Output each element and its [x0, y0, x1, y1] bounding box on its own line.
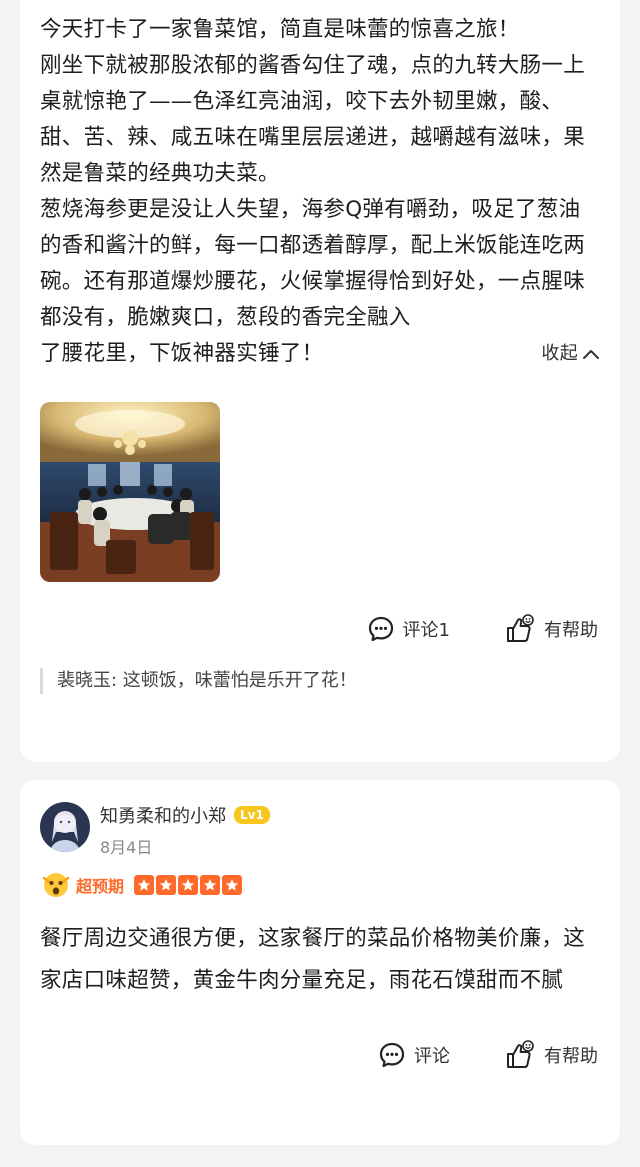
name-line: 知勇柔和的小郑 Lv1: [100, 802, 270, 828]
restaurant-dining-photo: [40, 402, 220, 582]
thumbs-up-smile-icon: [507, 614, 534, 642]
rating-row: 超预期: [40, 870, 600, 900]
star-icon: [134, 875, 155, 895]
helpful-button[interactable]: 有帮助: [504, 1040, 598, 1070]
thumbs-up-smile-icon: [507, 1040, 534, 1068]
user-row: 知勇柔和的小郑 Lv1 8月4日: [40, 802, 600, 858]
helpful-label: 有帮助: [544, 1046, 598, 1067]
review-text: 今天打卡了一家鲁菜馆，简直是味蕾的惊喜之旅！ 刚坐下就被那股浓郁的酱香勾住了魂，…: [40, 12, 600, 372]
helpful-label: 有帮助: [544, 620, 598, 641]
review-actions: 评论 有帮助: [40, 1040, 600, 1070]
review-paragraph: 刚坐下就被那股浓郁的酱香勾住了魂，点的九转大肠一上桌就惊艳了——色泽红亮油润，咬…: [40, 53, 586, 186]
rating-label: 超预期: [76, 877, 125, 896]
review-date: 8月4日: [100, 838, 153, 857]
star-icon: [178, 875, 199, 895]
comment-preview[interactable]: 裴晓玉: 这顿饭，味蕾怕是乐开了花！: [40, 668, 600, 694]
avatar[interactable]: [40, 802, 90, 852]
comment-bubble-icon: [379, 1042, 405, 1068]
review-paragraph: 葱烧海参更是没让人失望，海参Q弹有嚼劲，吸足了葱油的香和酱汁的鲜，每一口都透着醇…: [40, 197, 586, 330]
review-photo[interactable]: [40, 402, 220, 582]
collapse-button[interactable]: 收起: [541, 336, 600, 372]
comment-bubble-icon: [368, 616, 393, 642]
comment-button[interactable]: 评论: [378, 1041, 450, 1069]
star-icon: [156, 875, 177, 895]
star-icon: [200, 875, 221, 895]
user-avatar-image: [40, 802, 90, 852]
review-last-line: 了腰花里，下饭神器实锤了！ 收起: [40, 336, 600, 372]
review-card-1: 今天打卡了一家鲁菜馆，简直是味蕾的惊喜之旅！ 刚坐下就被那股浓郁的酱香勾住了魂，…: [20, 0, 620, 762]
review-text: 餐厅周边交通很方便，这家餐厅的菜品价格物美价廉，这家店口味超赞，黄金牛肉分量充足…: [40, 926, 586, 993]
review-actions: 评论1 有帮助: [40, 614, 600, 644]
review-paragraph-end: 了腰花里，下饭神器实锤了！: [40, 341, 324, 366]
helpful-button[interactable]: 有帮助: [504, 614, 598, 644]
review-card-2: 知勇柔和的小郑 Lv1 8月4日 超预期 餐厅周边交通很方便，这家餐厅的菜品价格…: [20, 780, 620, 1145]
star-icon: [222, 875, 243, 895]
review-paragraph: 今天打卡了一家鲁菜馆，简直是味蕾的惊喜之旅！: [40, 17, 520, 42]
comment-button[interactable]: 评论1: [367, 615, 450, 643]
comment-count-label: 评论1: [402, 620, 450, 641]
collapse-label: 收起: [541, 343, 578, 364]
level-badge: Lv1: [234, 806, 270, 824]
comment-preview-text: 裴晓玉: 这顿饭，味蕾怕是乐开了花！: [57, 670, 357, 691]
chevron-up-icon: [583, 350, 599, 359]
username[interactable]: 知勇柔和的小郑: [100, 802, 226, 828]
user-meta: 知勇柔和的小郑 Lv1 8月4日: [100, 802, 270, 858]
star-rating: [134, 875, 243, 895]
surprised-emoji-icon: [42, 873, 70, 897]
comment-label: 评论: [414, 1046, 450, 1067]
